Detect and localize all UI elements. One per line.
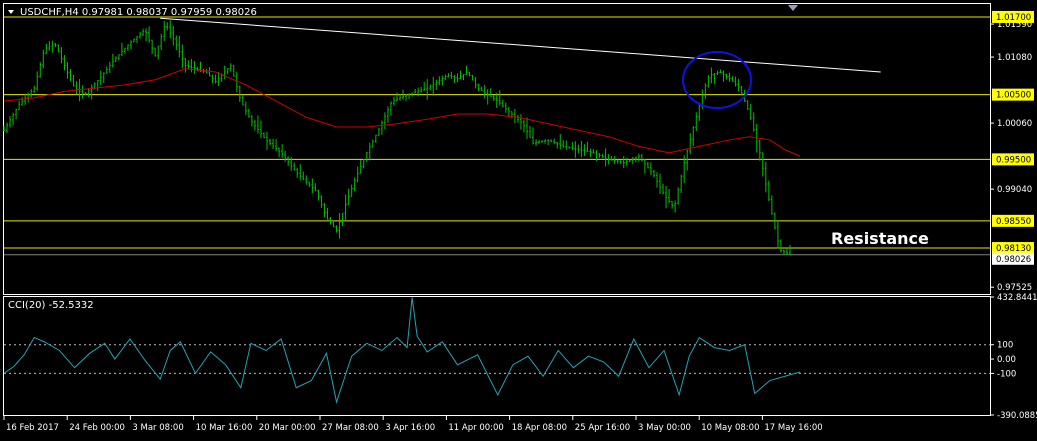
time-tick-label: 17 May 16:00 (764, 423, 822, 433)
time-tick-label: 18 Apr 08:00 (512, 423, 567, 433)
time-tick-label: 11 Apr 00:00 (448, 423, 503, 433)
time-tick-label: 3 May 00:00 (638, 423, 691, 433)
symbol-header: USDCHF,H4 0.97981 0.98037 0.97959 0.9802… (20, 7, 257, 18)
resistance-annotation: Resistance (831, 229, 929, 248)
chart-window: 1.015901.010801.000600.990400.975251.017… (3, 3, 1037, 433)
price-tick-label: 1.00060 (997, 119, 1032, 129)
level-label: 0.98550 (996, 217, 1031, 227)
cci-tick-label: -100 (997, 369, 1016, 379)
level-label: 1.01700 (996, 13, 1031, 23)
time-tick-label: 10 May 08:00 (701, 423, 759, 433)
time-tick-label: 20 Mar 00:00 (259, 423, 316, 433)
time-tick-label: 3 Mar 08:00 (132, 423, 183, 433)
level-label: 1.00500 (996, 91, 1031, 101)
cci-title: CCI(20) -52.5332 (8, 300, 94, 311)
time-tick-label: 27 Mar 08:00 (322, 423, 379, 433)
current-price-label: 0.98026 (996, 255, 1031, 265)
cci-tick-label: 432.8441 (997, 293, 1037, 303)
price-panel-frame (3, 3, 991, 295)
level-label: 0.98130 (996, 244, 1031, 254)
time-tick-label: 10 Mar 16:00 (196, 423, 253, 433)
time-tick-label: 3 Apr 16:00 (385, 423, 435, 433)
cci-tick-label: 100 (997, 341, 1013, 351)
time-tick-label: 16 Feb 2017 (6, 423, 59, 433)
cci-tick-label: 0.00 (997, 355, 1016, 365)
time-tick-label: 25 Apr 16:00 (575, 423, 630, 433)
cci-panel-frame (3, 296, 991, 416)
level-label: 0.99500 (996, 155, 1031, 165)
price-tick-label: 1.01080 (997, 53, 1032, 63)
time-tick-label: 24 Feb 00:00 (69, 423, 125, 433)
price-tick-label: 0.97525 (997, 283, 1032, 293)
price-tick-label: 0.99040 (997, 185, 1032, 195)
cci-tick-label: -390.0885 (997, 411, 1037, 421)
